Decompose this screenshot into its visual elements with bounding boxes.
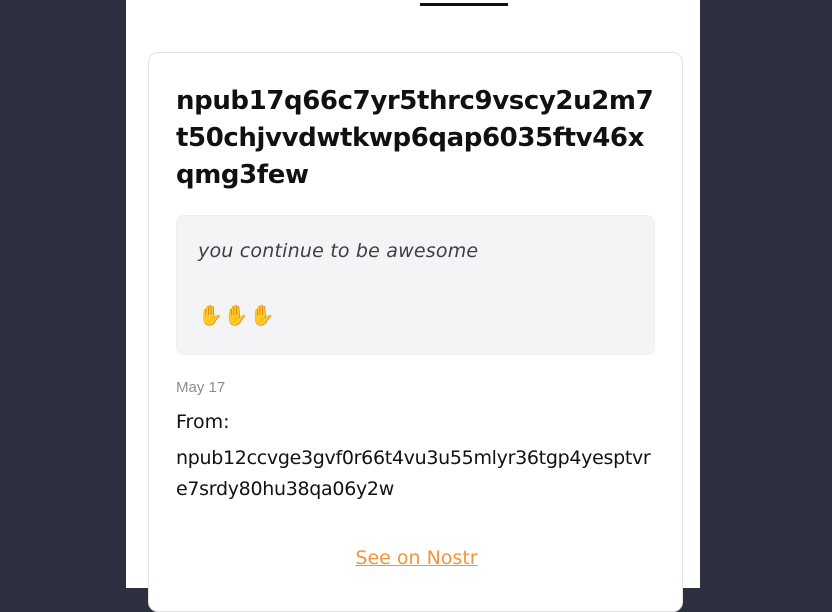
main-column: npub17q66c7yr5thrc9vscy2u2m7t50chjvvdwtk… <box>126 0 700 612</box>
note-card: npub17q66c7yr5thrc9vscy2u2m7t50chjvvdwtk… <box>148 52 683 612</box>
active-tab-indicator <box>420 3 508 6</box>
message-text: you continue to be awesome <box>198 240 479 262</box>
note-date: May 17 <box>176 379 226 396</box>
message-box: you continue to be awesome ✋✋✋ <box>176 215 655 355</box>
waving-hands-emoji: ✋✋✋ <box>198 305 276 327</box>
from-label: From: <box>176 411 230 433</box>
see-on-nostr-link[interactable]: See on Nostr <box>149 547 684 569</box>
sender-npub: npub12ccvge3gvf0r66t4vu3u55mlyr36tgp4yes… <box>176 447 651 500</box>
recipient-npub-title: npub17q66c7yr5thrc9vscy2u2m7t50chjvvdwtk… <box>176 86 654 190</box>
